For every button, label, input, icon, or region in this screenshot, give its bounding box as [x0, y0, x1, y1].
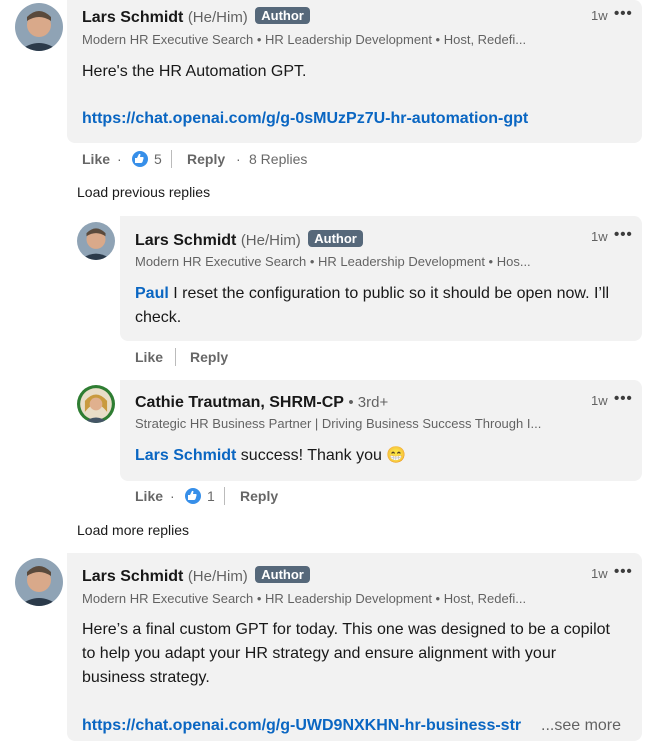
thumbs-up-icon: [185, 488, 201, 504]
divider: [224, 487, 225, 505]
see-more-button[interactable]: ...see more: [541, 714, 621, 738]
more-options-icon[interactable]: •••: [614, 226, 633, 243]
separator-dot: ·: [236, 151, 241, 167]
comment-time: 1w: [591, 8, 608, 23]
comment-time: 1w: [591, 566, 608, 581]
author-name[interactable]: Lars Schmidt: [135, 232, 236, 249]
author-headline: Modern HR Executive Search • HR Leadersh…: [135, 254, 531, 269]
more-options-icon[interactable]: •••: [614, 563, 633, 580]
like-count[interactable]: 5: [154, 151, 162, 167]
like-count[interactable]: 1: [207, 488, 215, 504]
like-button[interactable]: Like: [135, 349, 163, 365]
author-name[interactable]: Lars Schmidt: [82, 9, 183, 26]
avatar[interactable]: [15, 558, 63, 606]
author-badge: Author: [308, 230, 363, 247]
separator-dot: ·: [170, 488, 175, 504]
reply-text: success! Thank you 😁: [236, 447, 407, 464]
reply-bubble: Lars Schmidt (He/Him) Author Modern HR E…: [120, 216, 642, 341]
separator-dot: ·: [117, 151, 122, 167]
comment-time: 1w: [591, 393, 608, 408]
divider: [175, 348, 176, 366]
reply-button[interactable]: Reply: [187, 151, 225, 167]
reply-button[interactable]: Reply: [240, 488, 278, 504]
comment-text: Here's the HR Automation GPT.: [82, 63, 307, 80]
author-badge: Author: [255, 566, 310, 583]
like-button[interactable]: Like: [82, 151, 110, 167]
more-options-icon[interactable]: •••: [614, 390, 633, 407]
author-name[interactable]: Lars Schmidt: [82, 568, 183, 585]
comment-text: Here’s a final custom GPT for today. Thi…: [82, 621, 610, 686]
mention-link[interactable]: Paul: [135, 285, 169, 302]
reply-text: I reset the configuration to public so i…: [135, 285, 610, 326]
comment-link[interactable]: https://chat.openai.com/g/g-UWD9NXKHN-hr…: [82, 714, 521, 738]
avatar[interactable]: [15, 3, 63, 51]
mention-link[interactable]: Lars Schmidt: [135, 447, 236, 464]
load-previous-replies[interactable]: Load previous replies: [77, 184, 210, 200]
more-options-icon[interactable]: •••: [614, 5, 633, 22]
divider: [171, 150, 172, 168]
author-headline: Strategic HR Business Partner | Driving …: [135, 416, 542, 431]
replies-count[interactable]: 8 Replies: [249, 151, 307, 167]
avatar[interactable]: [77, 385, 115, 423]
comment-link[interactable]: https://chat.openai.com/g/g-0sMUzPz7U-hr…: [82, 107, 528, 131]
author-pronouns: (He/Him): [240, 232, 301, 249]
author-pronouns: (He/Him): [187, 568, 248, 585]
comment-bubble: Lars Schmidt (He/Him) Author Modern HR E…: [67, 553, 642, 741]
author-headline: Modern HR Executive Search • HR Leadersh…: [82, 591, 527, 606]
author-pronouns: (He/Him): [187, 9, 248, 26]
avatar[interactable]: [77, 222, 115, 260]
author-headline: Modern HR Executive Search • HR Leadersh…: [82, 32, 527, 47]
thumbs-up-icon: [132, 151, 148, 167]
comment-time: 1w: [591, 229, 608, 244]
author-badge: Author: [255, 7, 310, 24]
like-button[interactable]: Like: [135, 488, 163, 504]
reply-button[interactable]: Reply: [190, 349, 228, 365]
load-more-replies[interactable]: Load more replies: [77, 522, 189, 538]
author-name[interactable]: Cathie Trautman, SHRM-CP: [135, 394, 344, 411]
connection-degree: • 3rd+: [348, 394, 389, 411]
reply-bubble: Cathie Trautman, SHRM-CP • 3rd+ Strategi…: [120, 380, 642, 481]
comment-bubble: Lars Schmidt (He/Him) Author Modern HR E…: [67, 0, 642, 143]
